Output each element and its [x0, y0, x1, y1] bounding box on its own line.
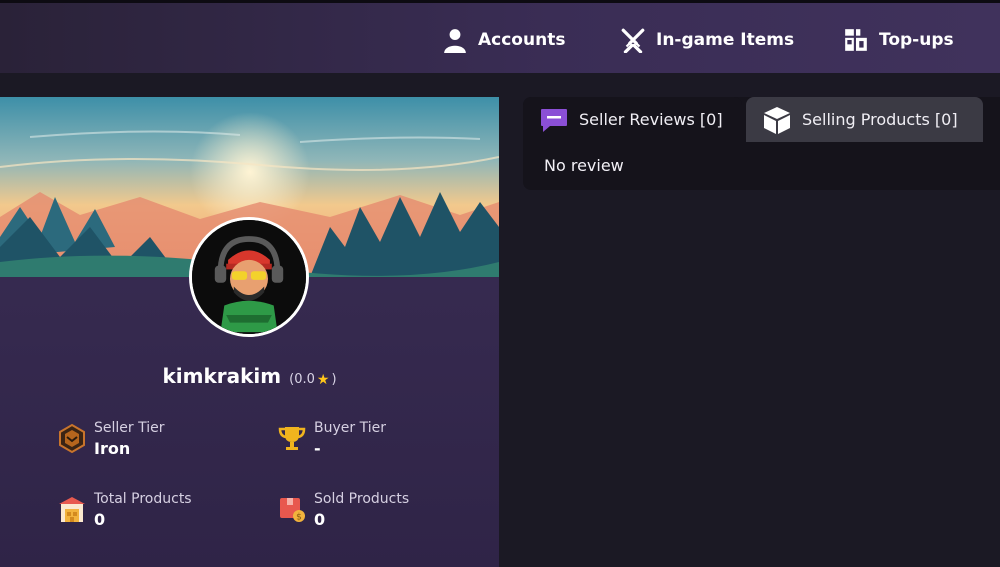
warehouse-icon — [59, 497, 85, 522]
total-products-value: 0 — [94, 510, 106, 529]
iron-tier-badge-icon — [59, 423, 85, 453]
buyer-tier-label: Buyer Tier — [314, 420, 386, 436]
top-navigation: Accounts In-game Items Top-ups — [0, 0, 1000, 73]
seller-tier-stat: Seller Tier Iron — [58, 419, 164, 461]
buyer-tier-value: - — [314, 439, 321, 458]
username: kimkrakim — [162, 364, 282, 388]
sold-products-stat: $ Sold Products 0 — [278, 490, 409, 532]
rating: (0.0 ★ ) — [289, 372, 336, 388]
tab-seller-reviews-label: Seller Reviews [0] — [579, 110, 723, 129]
nav-topups[interactable]: Top-ups — [843, 23, 954, 57]
svg-text:$: $ — [296, 513, 302, 523]
total-products-label: Total Products — [94, 491, 192, 507]
total-products-stat: Total Products 0 — [58, 490, 192, 532]
tab-seller-reviews[interactable]: Seller Reviews [0] — [523, 97, 742, 142]
reviews-products-panel: Seller Reviews [0] Selling Products [0] … — [523, 97, 1000, 190]
avatar-image — [192, 220, 306, 334]
tab-selling-products-label: Selling Products [0] — [802, 110, 958, 129]
username-row: kimkrakim (0.0 ★ ) — [0, 364, 499, 388]
nav-ingame-items[interactable]: In-game Items — [620, 23, 794, 57]
nav-ingame-items-label: In-game Items — [656, 30, 795, 50]
buyer-tier-stat: Buyer Tier - — [278, 419, 386, 461]
nav-topups-label: Top-ups — [879, 30, 954, 50]
avatar — [189, 217, 309, 337]
nav-accounts-label: Accounts — [478, 30, 566, 50]
seller-tier-value: Iron — [94, 439, 131, 458]
review-chat-icon — [541, 108, 567, 132]
package-box-icon — [764, 106, 790, 134]
seller-tier-label: Seller Tier — [94, 420, 165, 436]
profile-card: kimkrakim (0.0 ★ ) Seller Tier Iron Buye… — [0, 97, 499, 567]
sold-products-label: Sold Products — [314, 491, 410, 507]
crossed-swords-icon — [621, 28, 645, 53]
rating-value: (0.0 — [289, 372, 315, 387]
rating-close: ) — [331, 372, 337, 387]
star-icon: ★ — [316, 371, 330, 388]
topup-icon — [845, 29, 867, 51]
sold-box-icon: $ — [280, 498, 305, 523]
user-icon — [444, 29, 466, 53]
tab-selling-products[interactable]: Selling Products [0] — [746, 97, 983, 142]
nav-accounts[interactable]: Accounts — [442, 23, 565, 57]
trophy-icon — [278, 427, 306, 450]
sold-products-value: 0 — [314, 510, 326, 529]
empty-reviews-text: No review — [544, 156, 624, 175]
